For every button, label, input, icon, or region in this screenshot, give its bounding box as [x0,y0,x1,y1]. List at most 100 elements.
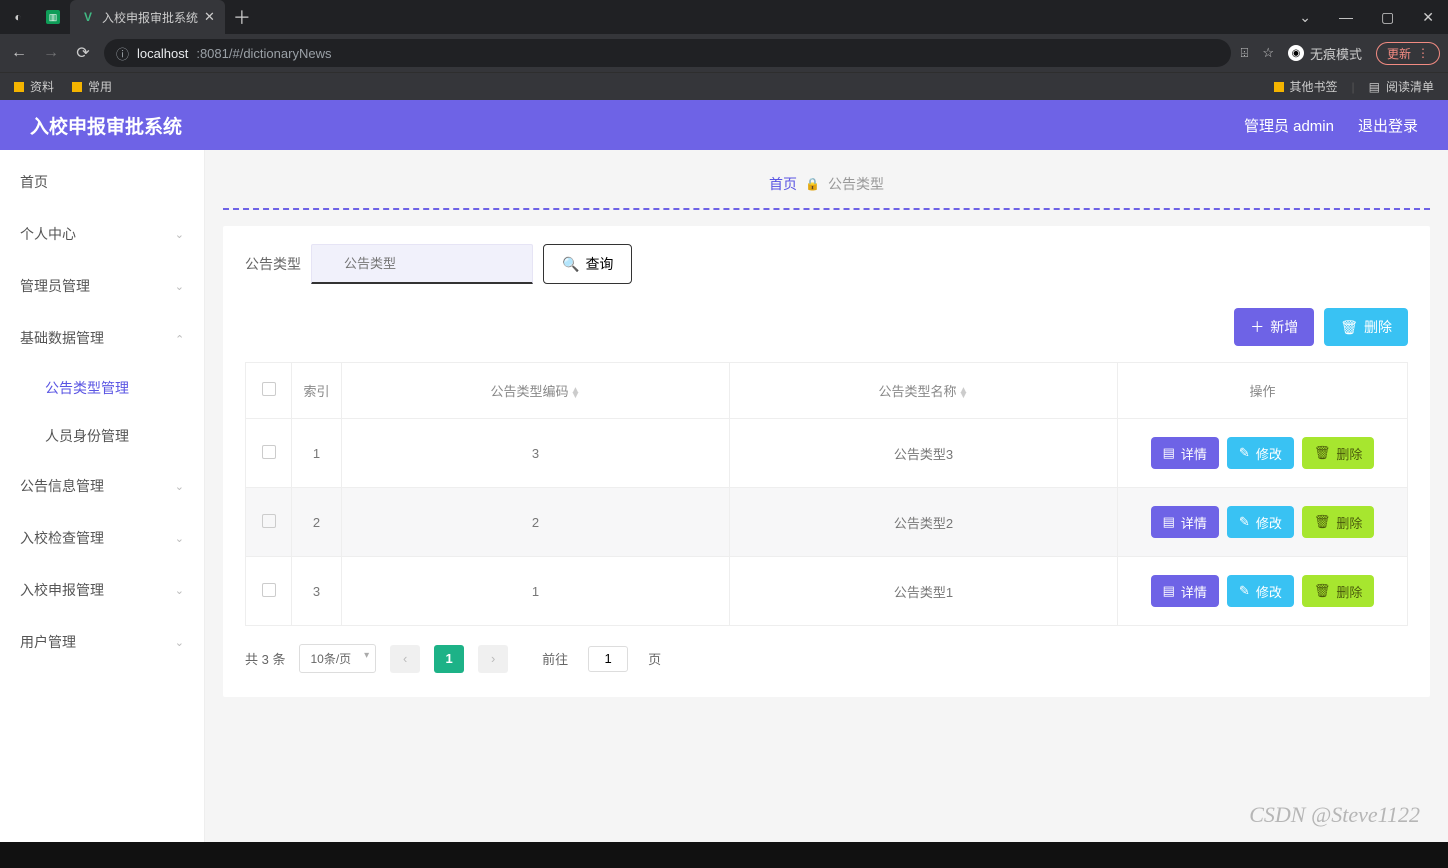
cell-name: 公告类型2 [730,488,1118,557]
sidebar: 首页个人中心⌄管理员管理⌄基础数据管理⌄公告类型管理人员身份管理公告信息管理⌄入… [0,150,205,868]
prev-page-button[interactable]: ‹ [390,645,420,673]
globe-icon: ◐ [10,9,26,25]
sheets-icon: ▥ [46,10,60,24]
next-page-button[interactable]: › [478,645,508,673]
info-icon: ⓘ [116,44,129,63]
delete-button[interactable]: 🗑删除 [1324,308,1408,346]
detail-button[interactable]: ▤ 详情 [1151,506,1219,538]
folder-icon [14,82,24,92]
edit-button[interactable]: ✎ 修改 [1227,575,1294,607]
plus-icon: ＋ [1250,317,1264,337]
doc-icon: ▤ [1163,445,1175,461]
col-code[interactable]: 公告类型编码▲▼ [342,363,730,419]
app-title: 入校申报审批系统 [30,112,182,139]
maximize-icon[interactable]: ▢ [1381,9,1394,26]
reload-button[interactable]: ⟳ [72,43,94,63]
cell-name: 公告类型3 [730,419,1118,488]
edit-button[interactable]: ✎ 修改 [1227,437,1294,469]
star-icon[interactable]: ☆ [1262,45,1274,61]
table-row: 22公告类型2▤ 详情✎ 修改🗑 删除 [246,488,1408,557]
row-delete-button[interactable]: 🗑 删除 [1302,506,1375,538]
page-number[interactable]: 1 [434,645,464,673]
new-tab-button[interactable]: ＋ [233,4,251,30]
folder-icon [72,82,82,92]
chevron-down-icon: ⌄ [175,636,184,649]
address-row: ← → ⟳ ⓘ localhost:8081/#/dictionaryNews … [0,34,1448,72]
sidebar-subitem[interactable]: 公告类型管理 [20,364,204,412]
sidebar-item[interactable]: 公告信息管理⌄ [0,460,204,512]
toolbar: ＋新增 🗑删除 [245,308,1408,346]
cell-code: 3 [342,419,730,488]
sort-icon: ▲▼ [959,388,969,398]
row-delete-button[interactable]: 🗑 删除 [1302,437,1375,469]
goto-prefix: 前往 [542,649,568,668]
col-name[interactable]: 公告类型名称▲▼ [730,363,1118,419]
cell-index: 1 [292,419,342,488]
sort-icon: ▲▼ [571,388,581,398]
sidebar-item[interactable]: 管理员管理⌄ [0,260,204,312]
trash-icon: 🗑 [1314,514,1331,530]
search-input[interactable] [311,244,533,284]
cell-name: 公告类型1 [730,557,1118,626]
vue-icon: V [80,9,96,25]
chevron-down-icon[interactable]: ⌄ [1299,9,1311,26]
select-all-checkbox[interactable] [262,382,276,396]
window-close-icon[interactable]: ✕ [1422,9,1434,26]
reading-list[interactable]: ▤阅读清单 [1369,78,1434,95]
row-checkbox[interactable] [262,514,276,528]
data-table: 索引 公告类型编码▲▼ 公告类型名称▲▼ 操作 13公告类型3▤ 详情✎ 修改🗑… [245,362,1408,626]
other-bookmarks[interactable]: 其他书签 [1274,78,1338,95]
key-icon[interactable]: ⌹ [1241,45,1249,61]
tab-active[interactable]: V 入校申报审批系统 ✕ [70,0,225,34]
cell-code: 1 [342,557,730,626]
tabs-row: ◐ ▥ V 入校申报审批系统 ✕ ＋ ⌄ — ▢ ✕ [0,0,1448,34]
sidebar-item[interactable]: 入校申报管理⌄ [0,564,204,616]
logout-link[interactable]: 退出登录 [1358,115,1418,136]
chevron-down-icon: ⌄ [175,280,184,293]
sidebar-item[interactable]: 用户管理⌄ [0,616,204,668]
breadcrumb-home[interactable]: 首页 [769,174,797,194]
user-label[interactable]: 管理员 admin [1244,115,1334,136]
sidebar-item[interactable]: 首页 [0,156,204,208]
edit-icon: ✎ [1239,583,1250,599]
page-size-select[interactable]: 10条/页 [299,644,376,673]
sidebar-item[interactable]: 入校检查管理⌄ [0,512,204,564]
breadcrumb: 首页 🔒 公告类型 [223,160,1430,208]
doc-icon: ▤ [1163,583,1175,599]
back-button[interactable]: ← [8,44,30,62]
update-button[interactable]: 更新⋮ [1376,42,1440,65]
trash-icon: 🗑 [1314,583,1331,599]
row-checkbox[interactable] [262,445,276,459]
tab-other-1[interactable]: ◐ [0,0,36,34]
row-checkbox[interactable] [262,583,276,597]
forward-button[interactable]: → [40,44,62,62]
sidebar-item[interactable]: 基础数据管理⌄ [0,312,204,364]
close-icon[interactable]: ✕ [204,9,215,25]
list-icon: ▤ [1369,80,1380,94]
detail-button[interactable]: ▤ 详情 [1151,437,1219,469]
tab-other-2[interactable]: ▥ [36,0,70,34]
goto-page-input[interactable] [588,646,628,672]
query-button[interactable]: 🔍 查询 [543,244,632,284]
folder-icon [1274,82,1284,92]
cell-code: 2 [342,488,730,557]
add-button[interactable]: ＋新增 [1234,308,1314,346]
col-index: 索引 [292,363,342,419]
address-bar[interactable]: ⓘ localhost:8081/#/dictionaryNews [104,39,1231,67]
edit-button[interactable]: ✎ 修改 [1227,506,1294,538]
sidebar-subitem[interactable]: 人员身份管理 [20,412,204,460]
row-delete-button[interactable]: 🗑 删除 [1302,575,1375,607]
chevron-down-icon: ⌄ [175,228,184,241]
minimize-icon[interactable]: — [1339,9,1353,26]
breadcrumb-current: 公告类型 [828,174,884,194]
incognito-label: 无痕模式 [1310,44,1362,63]
sidebar-item[interactable]: 个人中心⌄ [0,208,204,260]
taskbar [0,842,1448,868]
address-path: :8081/#/dictionaryNews [196,46,331,61]
main-content: 首页 🔒 公告类型 公告类型 🔍 🔍 查询 [205,150,1448,868]
detail-button[interactable]: ▤ 详情 [1151,575,1219,607]
cell-index: 3 [292,557,342,626]
chevron-down-icon: ⌄ [175,584,184,597]
bookmark-item[interactable]: 资料 [14,78,54,95]
bookmark-item[interactable]: 常用 [72,78,112,95]
